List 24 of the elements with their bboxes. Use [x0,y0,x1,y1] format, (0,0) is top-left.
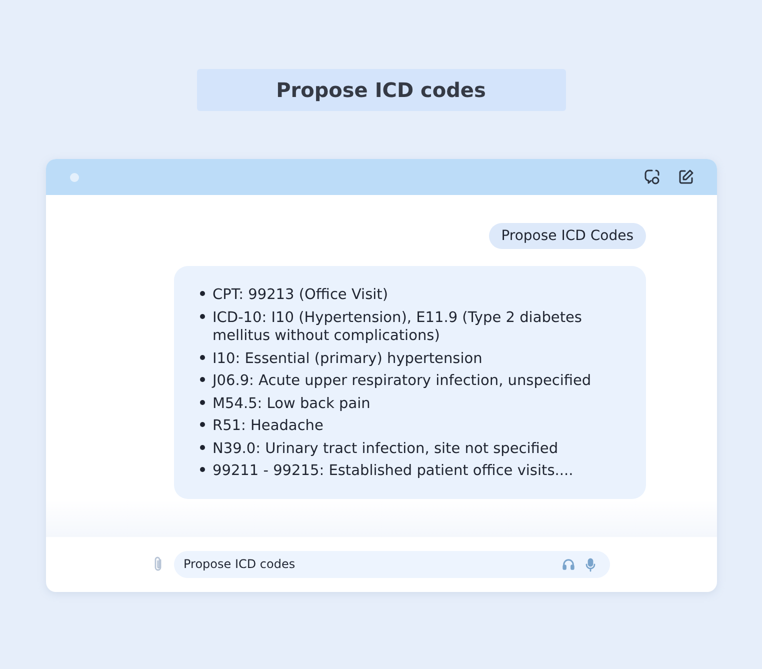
response-item: ICD-10: I10 (Hypertension), E11.9 (Type 2 diabetes mellitus without complications) [212,308,583,346]
response-item: N39.0: Urinary tract infection, site not specified [212,440,558,458]
response-item: M54.5: Low back pain [212,394,370,413]
chat-icon[interactable] [642,168,660,186]
bullet-icon [200,354,204,360]
bullet-icon [200,314,204,318]
bullet-icon [200,444,204,450]
response-item: 99211 - 99215: Established patient office visits.... [212,462,574,480]
bullet-icon [200,467,204,472]
bullet-icon [200,400,204,404]
message-input-field[interactable]: Propose ICD codes [174,550,610,578]
bullet-icon [200,377,204,382]
user-message: Propose ICD Codes [489,223,646,249]
edit-icon[interactable] [676,168,694,186]
headphones-icon[interactable] [562,558,574,571]
response-item: R51: Headache [212,417,324,436]
status-dot-icon [70,172,78,182]
response-item: I10: Essential (primary) hypertension [212,350,482,368]
page-title: Propose ICD codes [196,69,566,111]
microphone-icon[interactable] [584,558,596,572]
bullet-icon [200,291,204,296]
response-item: J06.9: Acute upper respiratory infection, unspecified [212,372,592,390]
bullet-icon [200,422,204,427]
response-item: CPT: 99213 (Office Visit) [212,286,388,304]
